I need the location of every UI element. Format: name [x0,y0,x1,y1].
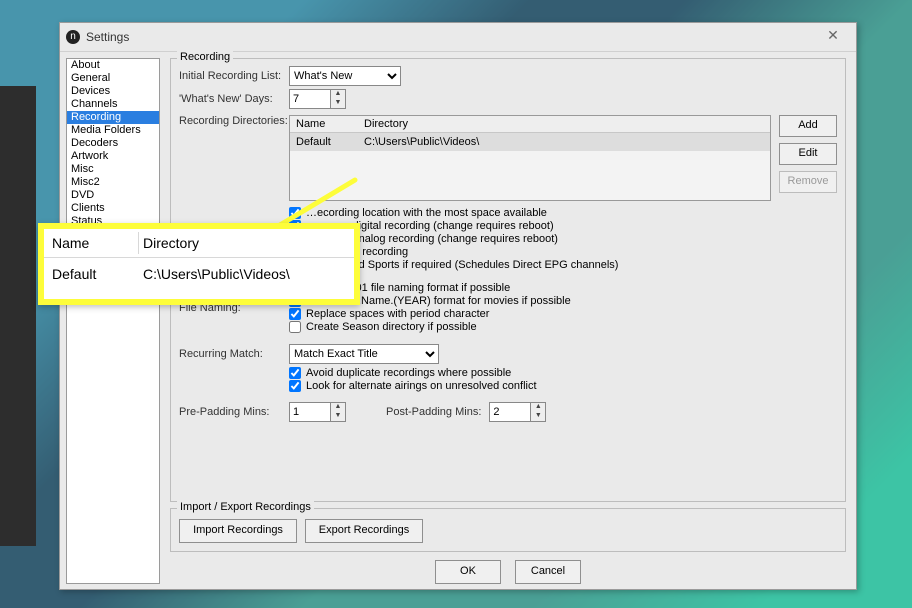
post-padding-spinner[interactable]: ▲▼ [489,402,546,422]
col-directory-header: Directory [358,116,770,132]
edit-button[interactable]: Edit [779,143,837,165]
background-strip [0,86,36,546]
post-padding-label: Post-Padding Mins: [386,406,481,418]
pre-padding-input[interactable] [289,402,330,422]
row-dir-cell: C:\Users\Public\Videos\ [358,133,770,151]
ok-button[interactable]: OK [435,560,501,584]
fn-replace-spaces[interactable]: Replace spaces with period character [289,308,571,320]
callout-row-name: Default [44,266,138,282]
remove-button[interactable]: Remove [779,171,837,193]
sidebar-item-channels[interactable]: Channels [67,98,159,111]
sidebar-item-misc[interactable]: Misc [67,163,159,176]
opt-auto-extend-sports[interactable]: Auto extend Sports if required (Schedule… [289,259,837,271]
rm-avoid-duplicates[interactable]: Avoid duplicate recordings where possibl… [289,367,837,379]
close-icon[interactable]: ✕ [816,27,850,47]
window-title: Settings [86,30,816,44]
opt-analog-process[interactable]: …rocess analog recording (change require… [289,233,837,245]
sidebar-item-misc2[interactable]: Misc2 [67,176,159,189]
pre-padding-label: Pre-Padding Mins: [179,406,289,418]
callout-col-name: Name [44,235,138,251]
sidebar-item-recording[interactable]: Recording [67,111,159,124]
pre-padding-spinner[interactable]: ▲▼ [289,402,346,422]
recurring-match-select[interactable]: Match Exact Title [289,344,439,364]
sidebar-item-about[interactable]: About [67,59,159,72]
zoom-callout: Name Directory Default C:\Users\Public\V… [38,223,360,305]
callout-col-directory: Directory [139,235,354,251]
callout-row: Default C:\Users\Public\Videos\ [44,258,354,290]
chevron-down-icon[interactable]: ▼ [331,412,345,421]
settings-dialog: n Settings ✕ AboutGeneralDevicesChannels… [59,22,857,590]
chevron-up-icon[interactable]: ▲ [331,403,345,412]
sidebar-item-artwork[interactable]: Artwork [67,150,159,163]
fn-season-dir[interactable]: Create Season directory if possible [289,321,571,333]
chevron-down-icon[interactable]: ▼ [331,99,345,108]
col-name-header: Name [290,116,358,132]
sidebar-item-dvd[interactable]: DVD [67,189,159,202]
chevron-up-icon[interactable]: ▲ [331,90,345,99]
titlebar: n Settings ✕ [60,23,856,52]
sidebar-item-devices[interactable]: Devices [67,85,159,98]
cancel-button[interactable]: Cancel [515,560,581,584]
spinner-arrows[interactable]: ▲▼ [330,89,346,109]
recording-directories-table[interactable]: Name Directory Default C:\Users\Public\V… [289,115,771,201]
category-sidebar[interactable]: AboutGeneralDevicesChannelsRecordingMedi… [66,58,160,584]
add-button[interactable]: Add [779,115,837,137]
main-panel: Recording Initial Recording List: What's… [160,52,856,590]
import-recordings-button[interactable]: Import Recordings [179,519,297,543]
opt-digital-process[interactable]: …rocess digital recording (change requir… [289,220,837,232]
import-export-label: Import / Export Recordings [177,501,314,513]
export-recordings-button[interactable]: Export Recordings [305,519,423,543]
sidebar-item-general[interactable]: General [67,72,159,85]
opt-shutdown[interactable]: …wn while recording [289,246,837,258]
initial-recording-list-label: Initial Recording List: [179,70,289,82]
chevron-down-icon[interactable]: ▼ [531,412,545,421]
initial-recording-list-select[interactable]: What's New [289,66,401,86]
table-header: Name Directory [290,116,770,133]
whats-new-days-spinner[interactable]: ▲▼ [289,89,346,109]
whats-new-days-label: 'What's New' Days: [179,93,289,105]
sidebar-item-media-folders[interactable]: Media Folders [67,124,159,137]
recording-group-label: Recording [177,51,233,63]
recording-directories-label: Recording Directories: [179,115,289,127]
callout-header: Name Directory [44,229,354,258]
sidebar-item-clients[interactable]: Clients [67,202,159,215]
whats-new-days-input[interactable] [289,89,330,109]
app-icon: n [66,30,80,44]
post-padding-input[interactable] [489,402,530,422]
chevron-up-icon[interactable]: ▲ [531,403,545,412]
row-name-cell: Default [290,133,358,151]
opt-most-space[interactable]: …ecording location with the most space a… [289,207,837,219]
callout-row-dir: C:\Users\Public\Videos\ [139,266,354,282]
rm-alternate-airings[interactable]: Look for alternate airings on unresolved… [289,380,837,392]
import-export-group: Import / Export Recordings Import Record… [170,508,846,552]
table-row[interactable]: Default C:\Users\Public\Videos\ [290,133,770,151]
recurring-match-label: Recurring Match: [179,348,289,360]
sidebar-item-decoders[interactable]: Decoders [67,137,159,150]
